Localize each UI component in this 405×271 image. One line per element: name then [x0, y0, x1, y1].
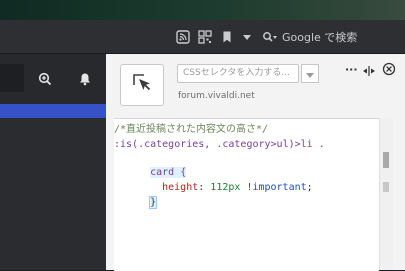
more-options-icon[interactable]: ··· — [345, 63, 358, 77]
header-left-edge — [0, 64, 24, 92]
code-selector-line: :is(.categories, .category>ul)>li . — [114, 139, 325, 150]
page-content-area — [0, 118, 106, 270]
page-header — [0, 54, 106, 104]
editor-scrollbar[interactable] — [379, 118, 393, 270]
qr-code-icon[interactable] — [198, 29, 212, 44]
code-comment-line: /*直近投稿された内容文の高さ*/ — [114, 124, 269, 135]
element-picker-icon — [131, 72, 153, 98]
search-engine-icon — [262, 28, 278, 47]
scrollbar-thumb[interactable] — [383, 152, 389, 168]
search-placeholder: Google で検索 — [282, 31, 358, 44]
chevron-down-icon — [306, 64, 314, 83]
property-name: height — [162, 182, 199, 193]
page-host: forum.vivaldi.net — [178, 91, 255, 101]
code-closing-brace-line: } — [114, 183, 158, 222]
page-background-image — [0, 0, 405, 20]
search-field[interactable]: Google で検索 — [262, 28, 382, 46]
chevron-down-icon[interactable] — [240, 29, 254, 43]
important-flag: !important — [246, 182, 307, 193]
zoom-in-icon[interactable] — [38, 71, 52, 90]
bookmark-icon[interactable] — [220, 29, 234, 43]
colon: : — [198, 182, 211, 193]
devtools-panel: CSSセレクタを入力する... forum.vivaldi.net ··· /*… — [106, 54, 405, 271]
inspect-element-button[interactable] — [120, 64, 164, 106]
resize-icon[interactable] — [362, 62, 376, 76]
notification-bell-icon[interactable] — [78, 71, 92, 90]
close-icon[interactable] — [382, 61, 396, 76]
css-editor[interactable]: /*直近投稿された内容文の高さ*/ :is(.categories, .cate… — [114, 118, 379, 271]
scrollbar-thumb-secondary[interactable] — [383, 182, 389, 192]
semicolon: ; — [306, 182, 313, 193]
page-accent-bar — [0, 104, 106, 118]
closing-brace: } — [149, 196, 158, 209]
css-selector-input[interactable]: CSSセレクタを入力する... — [177, 64, 299, 83]
selector-dropdown-button[interactable] — [301, 64, 319, 83]
rss-feed-icon[interactable] — [176, 29, 190, 44]
property-value: 112px — [210, 182, 241, 193]
